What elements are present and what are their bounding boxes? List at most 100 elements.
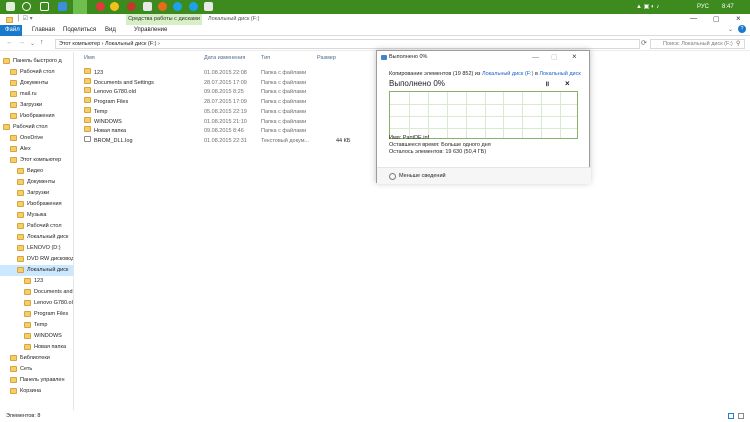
nav-item[interactable]: DVD RW дисковод <box>0 254 73 265</box>
nav-item[interactable]: Документы <box>0 78 73 89</box>
nav-item[interactable]: Библиотеки <box>0 353 73 364</box>
table-row[interactable]: Program Files 28.07.2015 17:09 Папка с фай… <box>80 97 380 107</box>
folder-icon <box>84 97 91 104</box>
nav-item[interactable]: Музыка <box>0 210 73 221</box>
cell-name: 123 <box>94 70 104 76</box>
clock[interactable]: 8:47 <box>722 0 734 14</box>
nav-item-label: 123 <box>34 278 44 284</box>
opera-icon[interactable] <box>96 2 105 11</box>
nav-item[interactable]: Загрузки <box>0 188 73 199</box>
nav-item[interactable]: Alex <box>0 144 73 155</box>
dialog-titlebar[interactable]: Выполнено 0% — ▢ × <box>377 51 591 64</box>
table-row[interactable]: BROM_DLL.log 01.08.2015 22:31 Текстовый до… <box>80 135 380 146</box>
back-button[interactable]: ← <box>6 39 13 46</box>
skype2-icon[interactable] <box>189 2 198 11</box>
start-icon[interactable] <box>6 2 15 11</box>
quick-access-toolbar[interactable]: ▏☑ ▾ <box>18 15 33 22</box>
column-type[interactable]: Тип <box>261 55 270 61</box>
language-indicator[interactable]: РУС <box>697 0 709 14</box>
address-input[interactable]: Этот компьютер › Локальный диск (F:) › <box>55 39 640 49</box>
nav-item[interactable]: Lenovo G780.old <box>0 298 73 309</box>
large-icons-view-icon[interactable] <box>738 413 744 419</box>
nav-item[interactable]: Рабочий стол <box>0 122 73 133</box>
nav-item-label: Музыка <box>27 212 47 218</box>
tab-manage[interactable]: Управление <box>129 25 172 36</box>
ribbon-expand-icon[interactable]: ⌄ <box>728 26 733 33</box>
tab-share[interactable]: Поделиться <box>58 25 101 36</box>
table-row[interactable]: Lenovo G780.old 09.08.2015 8:25 Папка с фа… <box>80 87 380 97</box>
mail-icon[interactable] <box>204 2 213 11</box>
search-icon[interactable] <box>22 2 31 11</box>
column-date[interactable]: Дата изменения <box>204 55 245 61</box>
cancel-icon[interactable]: × <box>565 79 570 88</box>
tab-file[interactable]: Файл <box>0 25 22 36</box>
help-icon[interactable]: ? <box>738 25 746 33</box>
maximize-button[interactable]: ▢ <box>713 15 720 23</box>
nav-item[interactable]: Рабочий стол <box>0 67 73 78</box>
table-row[interactable]: 123 01.08.2015 22:08 Папка с файлами <box>80 68 380 78</box>
nav-item[interactable]: 123 <box>0 276 73 287</box>
cell-date: 01.08.2015 22:08 <box>204 70 247 76</box>
folder-icon <box>84 106 91 113</box>
nav-item[interactable]: Сеть <box>0 364 73 375</box>
close-button[interactable]: × <box>736 14 741 23</box>
cell-name: Lenovo G780.old <box>94 89 136 96</box>
nav-item[interactable]: Documents and <box>0 287 73 298</box>
folder-icon <box>3 57 10 64</box>
refresh-icon[interactable]: ⟳ <box>641 39 647 47</box>
nav-item[interactable]: Изображения <box>0 199 73 210</box>
grid-line <box>408 92 410 138</box>
nav-item[interactable]: Program Files <box>0 309 73 320</box>
nav-item[interactable]: Рабочий стол <box>0 221 73 232</box>
tray-icons[interactable]: ▲ ▣ ◐ ♪ <box>636 0 659 14</box>
forward-button[interactable]: → <box>18 39 25 46</box>
explorer-icon[interactable] <box>73 0 87 14</box>
folder-icon <box>24 288 31 295</box>
copy-prefix: Копирование элементов (19 852) из <box>389 71 481 77</box>
nav-item[interactable]: Документы <box>0 177 73 188</box>
nav-item[interactable]: Корзина <box>0 386 73 397</box>
chrome-icon[interactable] <box>110 2 119 11</box>
tab-view[interactable]: Вид <box>100 25 121 36</box>
nav-item[interactable]: Temp <box>0 320 73 331</box>
nav-item[interactable]: Локальный диск <box>0 265 73 276</box>
nav-item[interactable]: Загрузки <box>0 100 73 111</box>
table-row[interactable]: Новая папка 09.08.2015 8:46 Папка с файлам… <box>80 126 380 136</box>
dialog-maximize-button[interactable]: ▢ <box>551 51 558 64</box>
nav-item[interactable]: Видео <box>0 166 73 177</box>
tab-home[interactable]: Главная <box>27 25 60 36</box>
nav-item[interactable]: Изображения <box>0 111 73 122</box>
nav-item[interactable]: Панель управлен <box>0 375 73 386</box>
table-row[interactable]: Temp 05.08.2015 22:19 Папка с файлами <box>80 106 380 117</box>
pause-icon[interactable]: ॥ <box>545 80 549 89</box>
copy-mid: в <box>534 71 538 77</box>
details-view-icon[interactable] <box>728 413 734 419</box>
nav-item[interactable]: LENOVO (D:) <box>0 243 73 254</box>
search-input[interactable]: Поиск: Локальный диск (F:) <box>650 39 745 49</box>
copy-source-link[interactable]: Локальный диск (F:) <box>482 71 533 77</box>
nav-item[interactable]: Этот компьютер <box>0 155 73 166</box>
app-icon[interactable] <box>143 2 152 11</box>
nav-item[interactable]: WINDOWS <box>0 331 73 342</box>
recent-dropdown[interactable]: ⌄ <box>30 40 35 47</box>
minimize-button[interactable]: — <box>690 15 697 22</box>
firefox-icon[interactable] <box>158 2 167 11</box>
copy-destination-link[interactable]: Локальный диск <box>539 71 580 77</box>
nav-item[interactable]: Панель быстрого д <box>0 56 73 67</box>
dialog-minimize-button[interactable]: — <box>532 51 539 64</box>
vivaldi-icon[interactable] <box>127 2 136 11</box>
nav-item[interactable]: mail.ru <box>0 89 73 100</box>
table-row[interactable]: WINDOWS 01.08.2015 21:10 Папка с файлами <box>80 116 380 127</box>
dialog-close-button[interactable]: × <box>572 50 577 63</box>
table-row[interactable]: Documents and Settings 28.07.2015 17:09 Па… <box>80 77 380 88</box>
column-name[interactable]: Имя <box>84 55 95 61</box>
nav-item[interactable]: OneDrive <box>0 133 73 144</box>
task-view-icon[interactable] <box>40 2 49 11</box>
up-button[interactable]: ↑ <box>40 39 44 46</box>
skype-icon[interactable] <box>173 2 182 11</box>
nav-item[interactable]: Локальный диск <box>0 232 73 243</box>
nav-item[interactable]: Новая папка <box>0 342 73 353</box>
edge-icon[interactable] <box>58 2 67 11</box>
column-size[interactable]: Размер <box>317 55 336 61</box>
less-details-button[interactable]: Меньше сведений <box>377 167 591 184</box>
